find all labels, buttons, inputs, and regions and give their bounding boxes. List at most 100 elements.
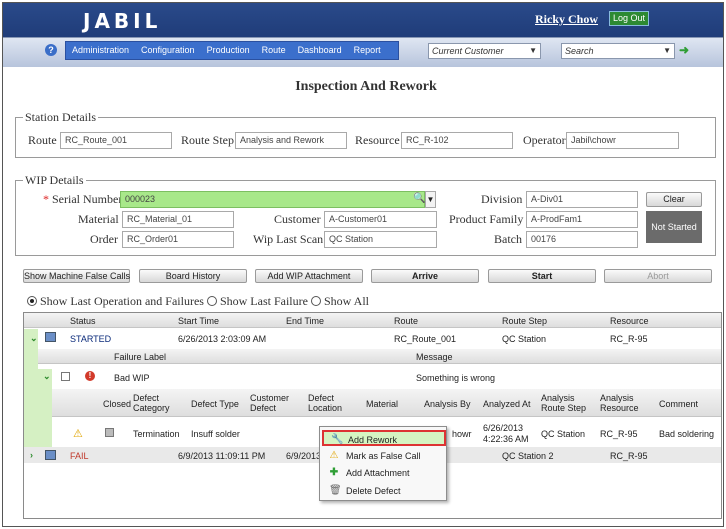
- route-field[interactable]: RC_Route_001: [60, 132, 172, 149]
- page-title: Inspection And Rework: [295, 79, 437, 94]
- radio-last-failure-label: Show Last Failure: [219, 294, 308, 308]
- menu-report[interactable]: Report: [348, 42, 387, 59]
- col-defect-category: Defect Category: [133, 393, 170, 413]
- division-field[interactable]: A-Div01: [526, 191, 638, 208]
- product-family-label: Product Family: [449, 212, 524, 226]
- wrench-icon: 🔧: [331, 434, 344, 445]
- context-menu: 🔧 Add Rework ⚠ Mark as False Call ✚ Add …: [319, 426, 447, 501]
- user-name-link[interactable]: Ricky Chow: [535, 12, 598, 27]
- col-analysis-route-step: Analysis Route Step: [541, 393, 587, 413]
- radio-last-operation[interactable]: [27, 296, 37, 306]
- col-defect-type: Defect Type: [191, 399, 239, 409]
- add-attachment-menu-item[interactable]: ✚ Add Attachment: [322, 465, 446, 481]
- defect-comment: Bad soldering: [659, 429, 715, 439]
- customer-label: Customer: [274, 212, 321, 226]
- col-analysis-by: Analysis By: [424, 399, 471, 409]
- radio-last-failure[interactable]: [206, 296, 217, 306]
- abort-button: Abort: [604, 269, 712, 283]
- search-icon[interactable]: 🔍: [413, 193, 425, 204]
- defect-analyzed-time: 4:22:36 AM: [483, 434, 529, 444]
- board-history-button[interactable]: Board History: [139, 269, 247, 283]
- order-field[interactable]: RC_Order01: [122, 231, 234, 248]
- col-resource: Resource: [610, 316, 649, 326]
- chevron-down-icon[interactable]: ▼: [425, 191, 436, 208]
- col-end-time: End Time: [286, 316, 325, 326]
- col-analysis-resource: Analysis Resource: [600, 393, 639, 413]
- col-material: Material: [366, 399, 399, 409]
- row-end-time: 6/9/2013: [286, 451, 322, 461]
- row-status: FAIL: [70, 451, 89, 461]
- start-button[interactable]: Start: [488, 269, 596, 283]
- logout-button[interactable]: Log Out: [609, 11, 649, 26]
- chevron-down-icon: ▼: [663, 46, 671, 55]
- failure-message: Something is wrong: [416, 373, 496, 383]
- go-arrow-icon[interactable]: ➜: [679, 43, 689, 57]
- search-placeholder: Search: [565, 46, 594, 56]
- resource-label: Resource: [355, 133, 400, 147]
- view-filter-group: Show Last Operation and Failures Show La…: [27, 294, 369, 309]
- wip-last-scan-label: Wip Last Scan: [253, 232, 324, 246]
- closed-checkbox[interactable]: [105, 428, 114, 437]
- expand-icon[interactable]: ›: [30, 450, 33, 460]
- menu-route[interactable]: Route: [256, 42, 292, 59]
- defect-route-step: QC Station: [541, 429, 586, 439]
- col-message: Message: [416, 352, 453, 362]
- expand-icon[interactable]: ⌄: [43, 371, 51, 382]
- division-label: Division: [481, 192, 523, 206]
- failure-checkbox[interactable]: [61, 372, 70, 381]
- radio-show-all[interactable]: [310, 296, 321, 306]
- menu-dashboard[interactable]: Dashboard: [292, 42, 348, 59]
- order-label: Order: [90, 232, 118, 246]
- route-step-field[interactable]: Analysis and Rework: [235, 132, 347, 149]
- col-customer-defect: Customer Defect: [250, 393, 290, 413]
- col-comment: Comment: [659, 399, 699, 409]
- station-details-legend: Station Details: [23, 110, 98, 125]
- material-label: Material: [78, 212, 119, 226]
- arrive-button[interactable]: Arrive: [371, 269, 479, 283]
- add-wip-attachment-button[interactable]: Add WIP Attachment: [255, 269, 363, 283]
- clear-button[interactable]: Clear: [646, 192, 702, 207]
- customer-field[interactable]: A-Customer01: [324, 211, 437, 228]
- add-rework-menu-item[interactable]: 🔧 Add Rework: [322, 430, 446, 446]
- operation-icon: [45, 332, 56, 342]
- defect-resource: RC_R-95: [600, 429, 638, 439]
- batch-label: Batch: [494, 232, 522, 246]
- defect-analyzed-date: 6/26/2013: [483, 423, 524, 433]
- mark-false-call-label: Mark as False Call: [346, 451, 421, 461]
- current-customer-select[interactable]: Current Customer ▼: [428, 43, 541, 59]
- serial-number-input[interactable]: 000023: [120, 191, 425, 208]
- operator-label: Operator: [523, 133, 566, 147]
- app-window: JABIL Ricky Chow Log Out ? Administratio…: [2, 2, 724, 527]
- row-route-step: QC Station: [502, 334, 547, 344]
- defect-type: Insuff solder: [191, 429, 240, 439]
- row-resource: RC_R-95: [610, 334, 648, 344]
- col-analyzed-at: Analyzed At: [483, 399, 531, 409]
- help-icon[interactable]: ?: [45, 44, 57, 56]
- search-input[interactable]: Search ▼: [561, 43, 675, 59]
- wip-details-legend: WIP Details: [23, 173, 86, 188]
- material-field[interactable]: RC_Material_01: [122, 211, 234, 228]
- delete-defect-label: Delete Defect: [346, 486, 401, 496]
- row-start-time: 6/26/2013 2:03:09 AM: [178, 334, 267, 344]
- expand-icon[interactable]: ⌄: [30, 333, 38, 344]
- resource-field[interactable]: RC_R-102: [401, 132, 513, 149]
- serial-number-label-text: Serial Number: [52, 192, 123, 206]
- menu-administration[interactable]: Administration: [66, 42, 135, 59]
- col-closed: Closed: [103, 399, 132, 409]
- delete-defect-menu-item[interactable]: 🗑 Delete Defect: [322, 483, 446, 499]
- batch-field[interactable]: 00176: [526, 231, 638, 248]
- trash-icon: 🗑: [329, 485, 342, 496]
- plus-icon: ✚: [329, 467, 339, 478]
- warning-icon: ⚠: [73, 428, 83, 440]
- wip-last-scan-field[interactable]: QC Station: [324, 231, 437, 248]
- defect-analysis-by: howr: [452, 429, 472, 439]
- chevron-down-icon: ▼: [529, 46, 537, 55]
- route-step-label: Route Step: [181, 133, 234, 147]
- menu-production[interactable]: Production: [201, 42, 256, 59]
- wip-status-badge: Not Started: [646, 211, 702, 243]
- show-machine-false-calls-button[interactable]: Show Machine False Calls: [23, 269, 130, 283]
- product-family-field[interactable]: A-ProdFam1: [526, 211, 638, 228]
- operator-field[interactable]: Jabil\chowr: [566, 132, 679, 149]
- mark-false-call-menu-item[interactable]: ⚠ Mark as False Call: [322, 448, 446, 464]
- menu-configuration[interactable]: Configuration: [135, 42, 201, 59]
